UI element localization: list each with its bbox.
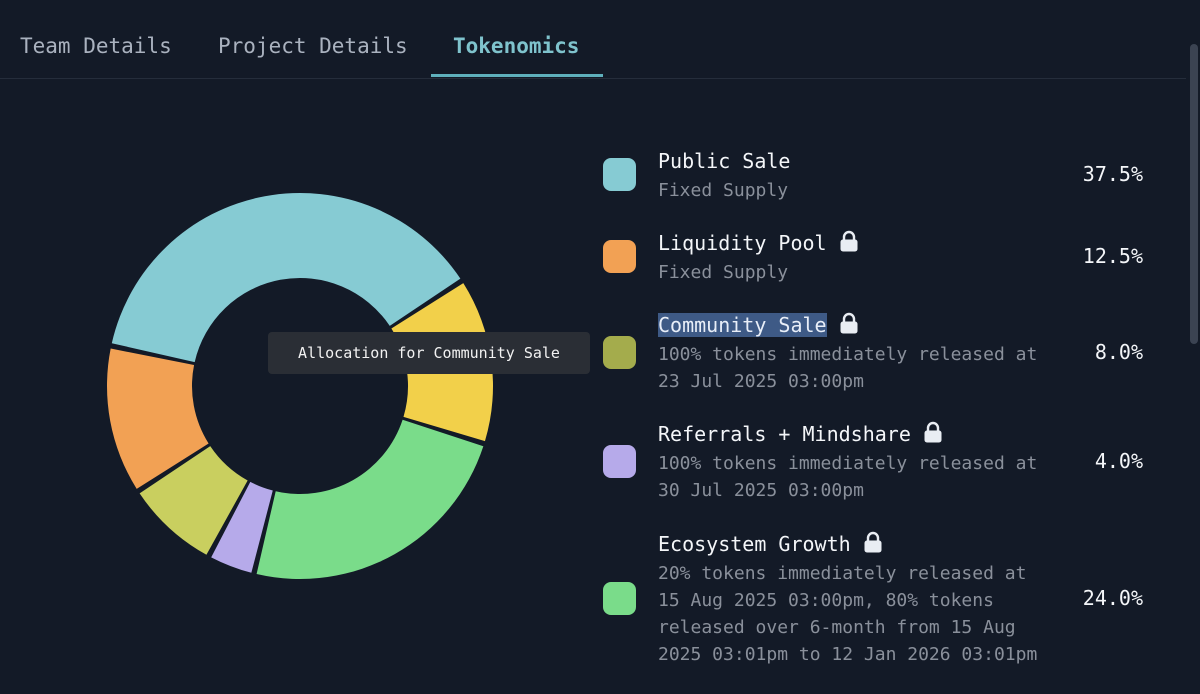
item-name: Public Sale	[658, 149, 791, 173]
tab-bar: Team Details Project Details Tokenomics	[0, 0, 1200, 79]
allocation-percent: 4.0%	[1094, 449, 1143, 473]
item-description: 100% tokens immediately released at 23 J…	[658, 344, 1038, 392]
item-description: Fixed Supply	[658, 180, 789, 201]
allocation-percent: 24.0%	[1082, 586, 1143, 610]
allocation-percent: 12.5%	[1082, 244, 1143, 268]
scrollbar[interactable]	[1186, 0, 1200, 694]
color-swatch	[603, 336, 636, 369]
color-swatch	[603, 240, 636, 273]
allocation-percent: 8.0%	[1094, 340, 1143, 364]
tab-team-details[interactable]: Team Details	[20, 34, 172, 58]
lock-icon	[923, 421, 943, 450]
tab-project-details[interactable]: Project Details	[218, 34, 408, 58]
item-description: 100% tokens immediately released at 30 J…	[658, 453, 1038, 501]
donut-slice-ecosystem-growth[interactable]	[256, 419, 484, 579]
tokenomics-donut-chart[interactable]	[0, 100, 600, 694]
item-name: Community Sale	[658, 311, 859, 341]
color-swatch	[603, 158, 636, 191]
item-name: Ecosystem Growth	[658, 530, 883, 560]
active-tab-indicator	[431, 74, 603, 77]
item-name: Referrals + Mindshare	[658, 420, 943, 450]
color-swatch	[603, 582, 636, 615]
tab-tokenomics[interactable]: Tokenomics	[453, 34, 579, 58]
item-description: Fixed Supply	[658, 262, 789, 283]
lock-icon	[839, 312, 859, 341]
color-swatch	[603, 445, 636, 478]
lock-icon	[839, 230, 859, 259]
allocation-percent: 37.5%	[1082, 162, 1143, 186]
scroll-thumb[interactable]	[1190, 44, 1198, 344]
item-description: 20% tokens immediately released at 15 Au…	[658, 563, 1038, 665]
chart-tooltip: Allocation for Community Sale	[268, 332, 590, 374]
lock-icon	[863, 531, 883, 560]
item-name: Liquidity Pool	[658, 229, 859, 259]
